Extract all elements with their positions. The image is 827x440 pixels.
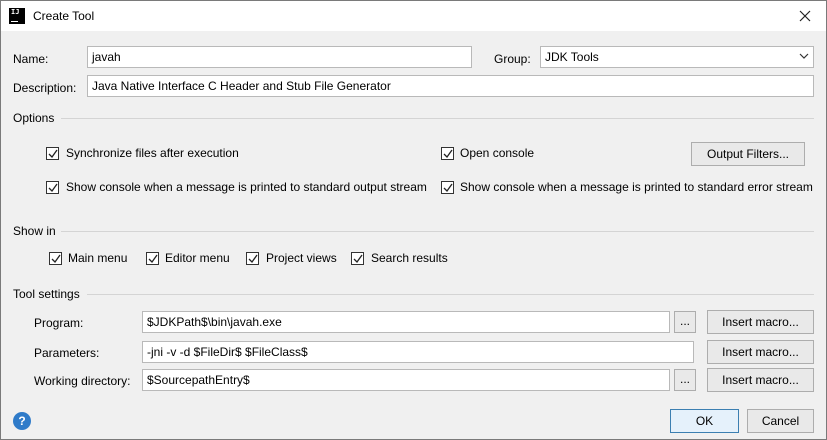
group-label: Group:: [494, 52, 531, 66]
tool-settings-separator: [87, 294, 814, 295]
intellij-icon: IJ: [9, 8, 25, 24]
parameters-field[interactable]: -jni -v -d $FileDir$ $FileClass$: [142, 341, 694, 363]
show-console-stderr-checkbox[interactable]: [441, 181, 454, 194]
tool-settings-section-title: Tool settings: [13, 287, 80, 301]
project-views-label: Project views: [266, 251, 337, 265]
working-directory-field[interactable]: $SourcepathEntry$: [142, 369, 670, 391]
help-icon[interactable]: ?: [13, 412, 31, 430]
title-bar: IJ Create Tool: [1, 1, 826, 31]
main-menu-checkbox[interactable]: [49, 252, 62, 265]
name-label: Name:: [13, 52, 49, 66]
sync-files-label: Synchronize files after execution: [66, 146, 239, 160]
sync-files-checkbox[interactable]: [46, 147, 59, 160]
program-browse-button[interactable]: ...: [674, 311, 696, 333]
cancel-button[interactable]: Cancel: [747, 409, 814, 433]
project-views-checkbox[interactable]: [246, 252, 259, 265]
group-select[interactable]: JDK Tools: [540, 46, 814, 68]
output-filters-button[interactable]: Output Filters...: [691, 142, 805, 166]
name-field[interactable]: javah: [87, 46, 472, 68]
program-field[interactable]: $JDKPath$\bin\javah.exe: [142, 311, 670, 333]
description-field[interactable]: Java Native Interface C Header and Stub …: [87, 75, 814, 97]
program-insert-macro-button[interactable]: Insert macro...: [707, 310, 814, 334]
window-title: Create Tool: [33, 9, 95, 23]
search-results-checkbox[interactable]: [351, 252, 364, 265]
parameters-insert-macro-button[interactable]: Insert macro...: [707, 340, 814, 364]
chevron-down-icon: [799, 50, 809, 60]
program-label: Program:: [34, 316, 84, 330]
options-section-title: Options: [13, 111, 55, 125]
working-directory-label: Working directory:: [34, 374, 131, 388]
show-console-stdout-label: Show console when a message is printed t…: [66, 180, 427, 194]
parameters-label: Parameters:: [34, 346, 100, 360]
description-label: Description:: [13, 81, 77, 95]
working-directory-browse-button[interactable]: ...: [674, 369, 696, 391]
search-results-label: Search results: [371, 251, 448, 265]
show-console-stdout-checkbox[interactable]: [46, 181, 59, 194]
ok-button[interactable]: OK: [670, 409, 739, 433]
create-tool-dialog: IJ Create Tool Name: javah Group: JDK To…: [0, 0, 827, 440]
show-in-section-title: Show in: [13, 224, 56, 238]
editor-menu-checkbox[interactable]: [146, 252, 159, 265]
working-directory-insert-macro-button[interactable]: Insert macro...: [707, 368, 814, 392]
show-console-stderr-label: Show console when a message is printed t…: [460, 180, 813, 194]
open-console-label: Open console: [460, 146, 535, 160]
group-select-value: JDK Tools: [545, 50, 599, 64]
close-icon[interactable]: [794, 5, 816, 27]
main-menu-label: Main menu: [68, 251, 128, 265]
show-in-separator: [61, 231, 814, 232]
editor-menu-label: Editor menu: [165, 251, 230, 265]
options-separator: [61, 118, 814, 119]
open-console-checkbox[interactable]: [441, 147, 454, 160]
